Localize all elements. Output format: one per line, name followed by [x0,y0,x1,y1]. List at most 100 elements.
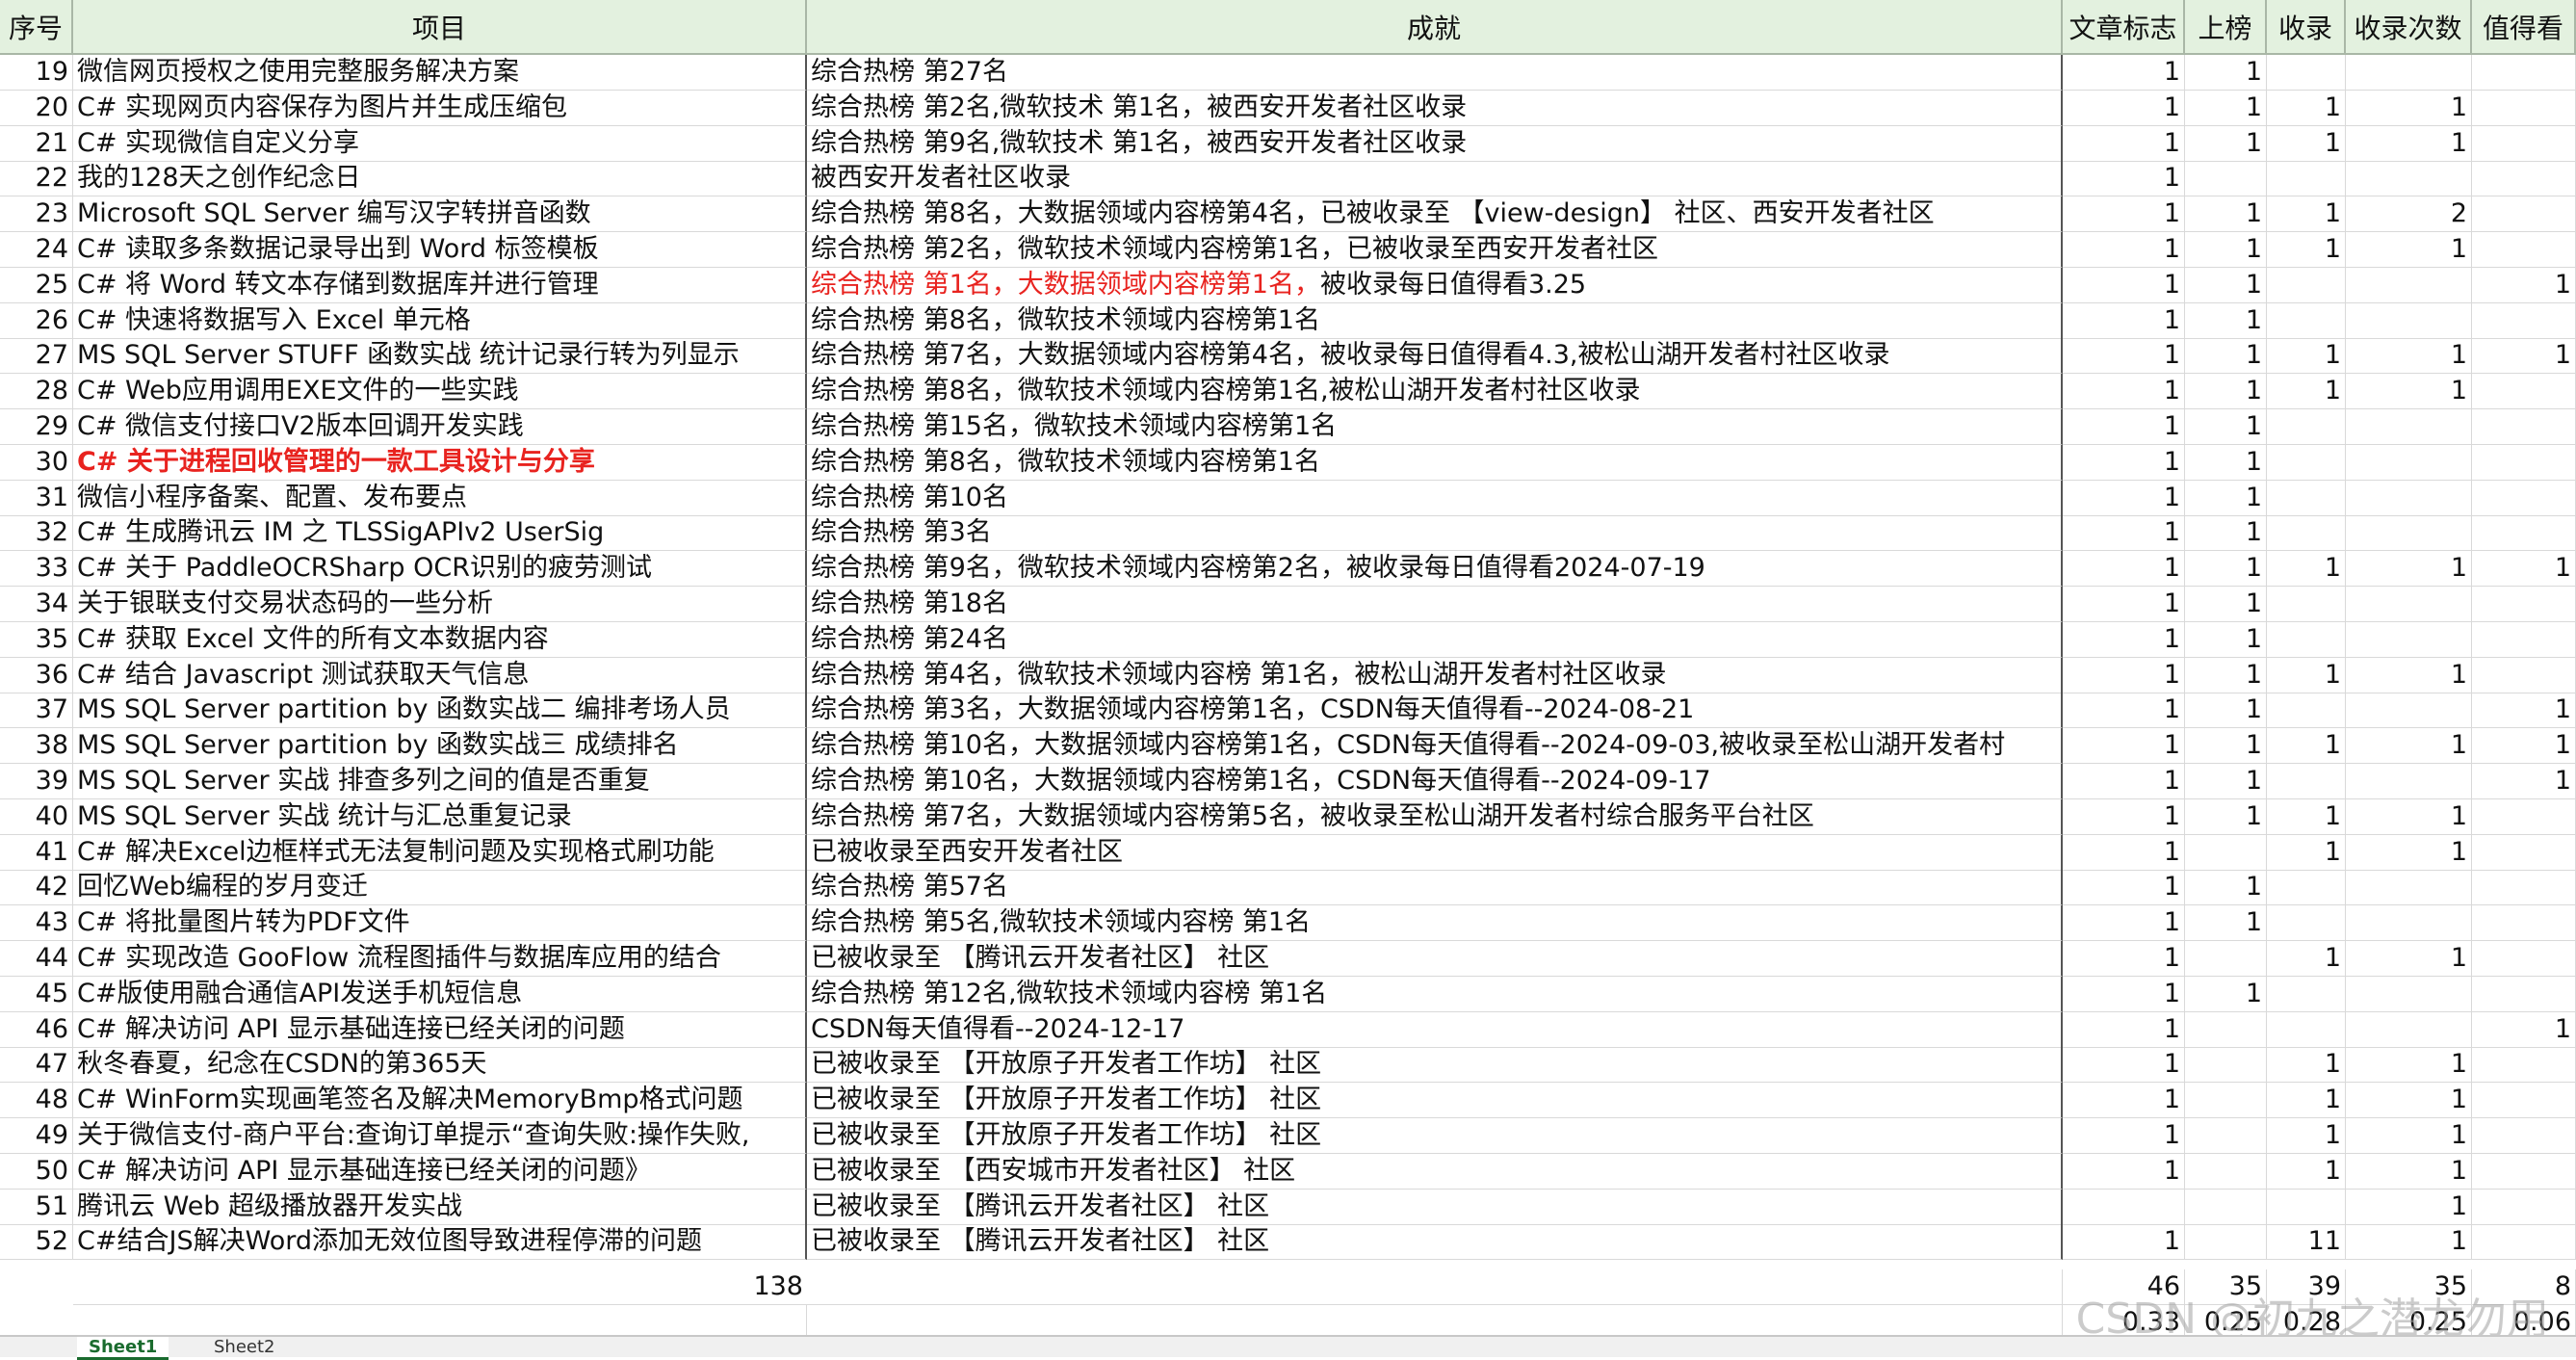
achievement-cell[interactable]: 已被收录至 【西安城市开发者社区】 社区 [807,1153,2063,1190]
project-cell[interactable]: C# 实现微信自定义分享 [73,125,807,162]
included-cell[interactable]: 1 [2267,338,2346,375]
worth-reading-cell[interactable]: 1 [2472,1011,2576,1048]
ranked-cell[interactable]: 1 [2185,90,2267,126]
article-flag-cell[interactable]: 1 [2063,515,2185,552]
ranked-cell[interactable]: 1 [2185,693,2267,729]
project-cell[interactable]: C# 解决访问 API 显示基础连接已经关闭的问题》 [73,1153,807,1190]
article-flag-cell[interactable]: 1 [2063,551,2185,588]
achievement-cell[interactable]: 综合热榜 第57名 [807,870,2063,906]
row-index[interactable]: 27 [0,338,73,375]
worth-reading-cell[interactable] [2472,798,2576,835]
achievement-cell[interactable]: 综合热榜 第9名，微软技术领域内容榜第2名，被收录每日值得看2024-07-19 [807,551,2063,588]
include-count-cell[interactable] [2346,587,2472,622]
include-count-cell[interactable] [2346,302,2472,339]
column-header-included[interactable]: 收录 [2267,0,2346,55]
include-count-cell[interactable]: 1 [2346,338,2472,375]
row-index[interactable]: 38 [0,728,73,765]
row-index[interactable]: 24 [0,232,73,268]
worth-reading-cell[interactable] [2472,621,2576,658]
row-index[interactable]: 20 [0,90,73,126]
project-cell[interactable]: C# 结合 Javascript 测试获取天气信息 [73,657,807,693]
included-cell[interactable] [2267,444,2346,481]
project-cell[interactable]: 我的128天之创作纪念日 [73,161,807,197]
project-cell[interactable]: Microsoft SQL Server 编写汉字转拼音函数 [73,196,807,233]
included-cell[interactable]: 1 [2267,798,2346,835]
include-count-cell[interactable]: 1 [2346,551,2472,588]
ranked-cell[interactable]: 1 [2185,728,2267,765]
included-cell[interactable] [2267,409,2346,445]
row-index[interactable]: 34 [0,587,73,622]
worth-reading-cell[interactable] [2472,657,2576,693]
worth-reading-cell[interactable] [2472,302,2576,339]
achievement-cell[interactable]: 已被收录至 【开放原子开发者工作坊】 社区 [807,1047,2063,1084]
included-cell[interactable] [2267,976,2346,1012]
ranked-cell[interactable]: 1 [2185,196,2267,233]
include-count-cell[interactable]: 1 [2346,90,2472,126]
article-flag-cell[interactable]: 1 [2063,1153,2185,1190]
included-cell[interactable]: 1 [2267,941,2346,977]
row-index[interactable]: 23 [0,196,73,233]
achievement-cell[interactable]: 被西安开发者社区收录 [807,161,2063,197]
include-count-cell[interactable] [2346,161,2472,197]
worth-reading-cell[interactable] [2472,941,2576,977]
row-index[interactable]: 26 [0,302,73,339]
worth-reading-cell[interactable] [2472,196,2576,233]
worth-reading-cell[interactable]: 1 [2472,551,2576,588]
article-flag-cell[interactable]: 1 [2063,621,2185,658]
article-flag-cell[interactable]: 1 [2063,90,2185,126]
achievement-cell[interactable]: 已被收录至 【腾讯云开发者社区】 社区 [807,1189,2063,1225]
article-flag-cell[interactable]: 1 [2063,657,2185,693]
include-count-cell[interactable]: 1 [2346,941,2472,977]
included-cell[interactable] [2267,693,2346,729]
project-cell[interactable]: C# 关于进程回收管理的一款工具设计与分享 [73,444,807,481]
included-cell[interactable]: 1 [2267,125,2346,162]
ranked-cell[interactable]: 1 [2185,551,2267,588]
include-count-cell[interactable]: 1 [2346,374,2472,410]
ranked-cell[interactable] [2185,161,2267,197]
included-cell[interactable] [2267,870,2346,906]
achievement-cell[interactable]: 综合热榜 第5名,微软技术领域内容榜 第1名 [807,905,2063,942]
included-cell[interactable]: 1 [2267,551,2346,588]
project-cell[interactable]: MS SQL Server 实战 统计与汇总重复记录 [73,798,807,835]
include-count-cell[interactable] [2346,55,2472,91]
worth-reading-cell[interactable] [2472,1083,2576,1119]
achievement-cell[interactable]: 综合热榜 第8名，微软技术领域内容榜第1名,被松山湖开发者村社区收录 [807,374,2063,410]
include-count-cell[interactable]: 1 [2346,1153,2472,1190]
include-count-cell[interactable]: 2 [2346,196,2472,233]
achievement-cell[interactable]: 综合热榜 第15名，微软技术领域内容榜第1名 [807,409,2063,445]
project-cell[interactable]: C# 快速将数据写入 Excel 单元格 [73,302,807,339]
achievement-cell[interactable]: 综合热榜 第2名,微软技术 第1名，被西安开发者社区收录 [807,90,2063,126]
worth-reading-cell[interactable] [2472,480,2576,516]
worth-reading-cell[interactable]: 1 [2472,693,2576,729]
project-cell[interactable]: C# 生成腾讯云 IM 之 TLSSigAPIv2 UserSig [73,515,807,552]
article-flag-cell[interactable]: 1 [2063,55,2185,91]
worth-reading-cell[interactable] [2472,55,2576,91]
row-index[interactable]: 33 [0,551,73,588]
include-count-cell[interactable] [2346,764,2472,799]
row-index[interactable]: 39 [0,764,73,799]
include-count-cell[interactable]: 1 [2346,1083,2472,1119]
column-header-project[interactable]: 项目 [73,0,807,55]
ranked-cell[interactable] [2185,1118,2267,1154]
project-cell[interactable]: C#结合JS解决Word添加无效位图导致进程停滞的问题 [73,1224,807,1261]
project-cell[interactable]: C# 将批量图片转为PDF文件 [73,905,807,942]
article-flag-cell[interactable]: 1 [2063,976,2185,1012]
include-count-cell[interactable]: 1 [2346,798,2472,835]
ranked-cell[interactable]: 1 [2185,587,2267,622]
include-count-cell[interactable]: 1 [2346,232,2472,268]
included-cell[interactable]: 11 [2267,1224,2346,1261]
row-index[interactable]: 43 [0,905,73,942]
article-flag-cell[interactable]: 1 [2063,834,2185,871]
include-count-cell[interactable]: 1 [2346,1047,2472,1084]
ranked-cell[interactable]: 1 [2185,480,2267,516]
article-flag-cell[interactable]: 1 [2063,444,2185,481]
included-cell[interactable]: 1 [2267,657,2346,693]
included-cell[interactable] [2267,267,2346,303]
ranked-cell[interactable] [2185,1224,2267,1261]
article-flag-cell[interactable]: 1 [2063,374,2185,410]
achievement-cell[interactable]: 综合热榜 第10名，大数据领域内容榜第1名，CSDN每天值得看--2024-09… [807,728,2063,765]
achievement-cell[interactable]: 综合热榜 第8名，微软技术领域内容榜第1名 [807,444,2063,481]
article-flag-cell[interactable]: 1 [2063,267,2185,303]
include-count-cell[interactable]: 1 [2346,125,2472,162]
article-flag-cell[interactable]: 1 [2063,905,2185,942]
